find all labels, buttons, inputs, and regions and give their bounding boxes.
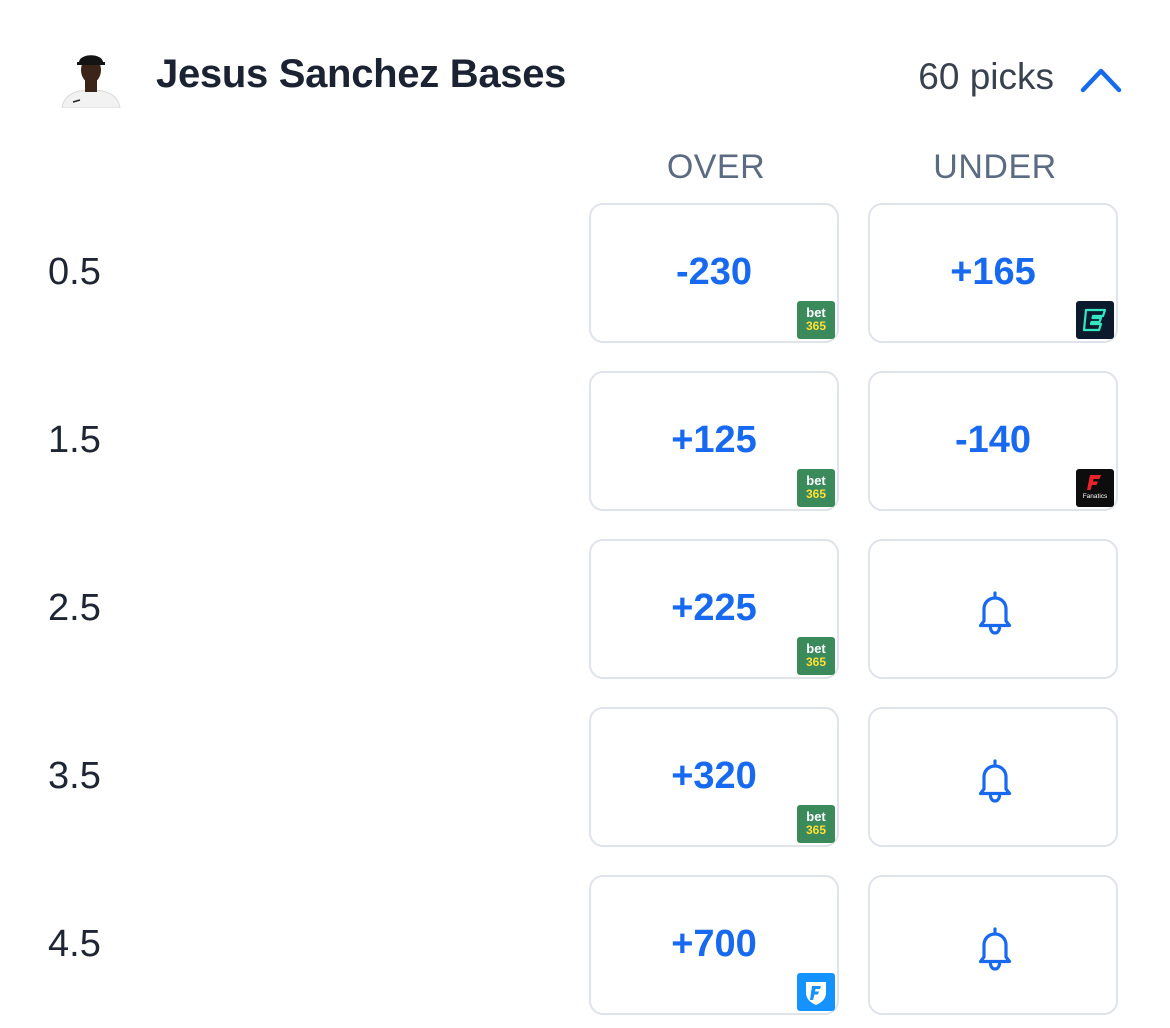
- player-avatar: [58, 48, 124, 108]
- bell-icon: [970, 755, 1020, 805]
- odds-value: -140: [954, 419, 1032, 461]
- under-odds-button[interactable]: +165: [868, 203, 1118, 343]
- fanduel-logo: [797, 973, 835, 1011]
- bet365-logo: bet 365: [797, 301, 835, 339]
- odds-row: 3.5 +320 bet 365: [0, 707, 1170, 851]
- bet365-logo: bet 365: [797, 805, 835, 843]
- odds-value: +320: [671, 755, 757, 797]
- over-odds-button[interactable]: +320 bet 365: [589, 707, 839, 847]
- under-odds-button[interactable]: -140 Fanatics: [868, 371, 1118, 511]
- column-header-over: OVER: [666, 148, 766, 186]
- bell-icon: [970, 587, 1020, 637]
- over-odds-button[interactable]: -230 bet 365: [589, 203, 839, 343]
- line-value: 0.5: [48, 251, 101, 293]
- under-alert-button[interactable]: [868, 875, 1118, 1015]
- under-alert-button[interactable]: [868, 707, 1118, 847]
- prop-header: Jesus Sanchez Bases 60 picks: [0, 0, 1170, 150]
- odds-row: 2.5 +225 bet 365: [0, 539, 1170, 683]
- line-value: 2.5: [48, 587, 101, 629]
- picks-count: 60 picks: [918, 56, 1054, 97]
- bet365-logo: bet 365: [797, 637, 835, 675]
- odds-value: +225: [671, 587, 757, 629]
- odds-row: 1.5 +125 bet 365 -140 Fanatics: [0, 371, 1170, 515]
- under-alert-button[interactable]: [868, 539, 1118, 679]
- odds-row: 0.5 -230 bet 365 +165: [0, 203, 1170, 347]
- odds-value: +700: [671, 923, 757, 965]
- espnbet-logo: [1076, 301, 1114, 339]
- line-value: 1.5: [48, 419, 101, 461]
- column-header-under: UNDER: [933, 148, 1057, 186]
- over-odds-button[interactable]: +700: [589, 875, 839, 1015]
- over-odds-button[interactable]: +225 bet 365: [589, 539, 839, 679]
- line-value: 3.5: [48, 755, 101, 797]
- fanatics-logo: Fanatics: [1076, 469, 1114, 507]
- odds-row: 4.5 +700: [0, 875, 1170, 1019]
- bet365-logo: bet 365: [797, 469, 835, 507]
- odds-value: -230: [675, 251, 753, 293]
- svg-text:Fanatics: Fanatics: [1083, 493, 1108, 500]
- bell-icon: [970, 923, 1020, 973]
- line-value: 4.5: [48, 923, 101, 965]
- odds-value: +125: [671, 419, 757, 461]
- page-title: Jesus Sanchez Bases: [156, 52, 567, 96]
- over-odds-button[interactable]: +125 bet 365: [589, 371, 839, 511]
- odds-value: +165: [950, 251, 1036, 293]
- chevron-up-icon[interactable]: [1078, 62, 1124, 96]
